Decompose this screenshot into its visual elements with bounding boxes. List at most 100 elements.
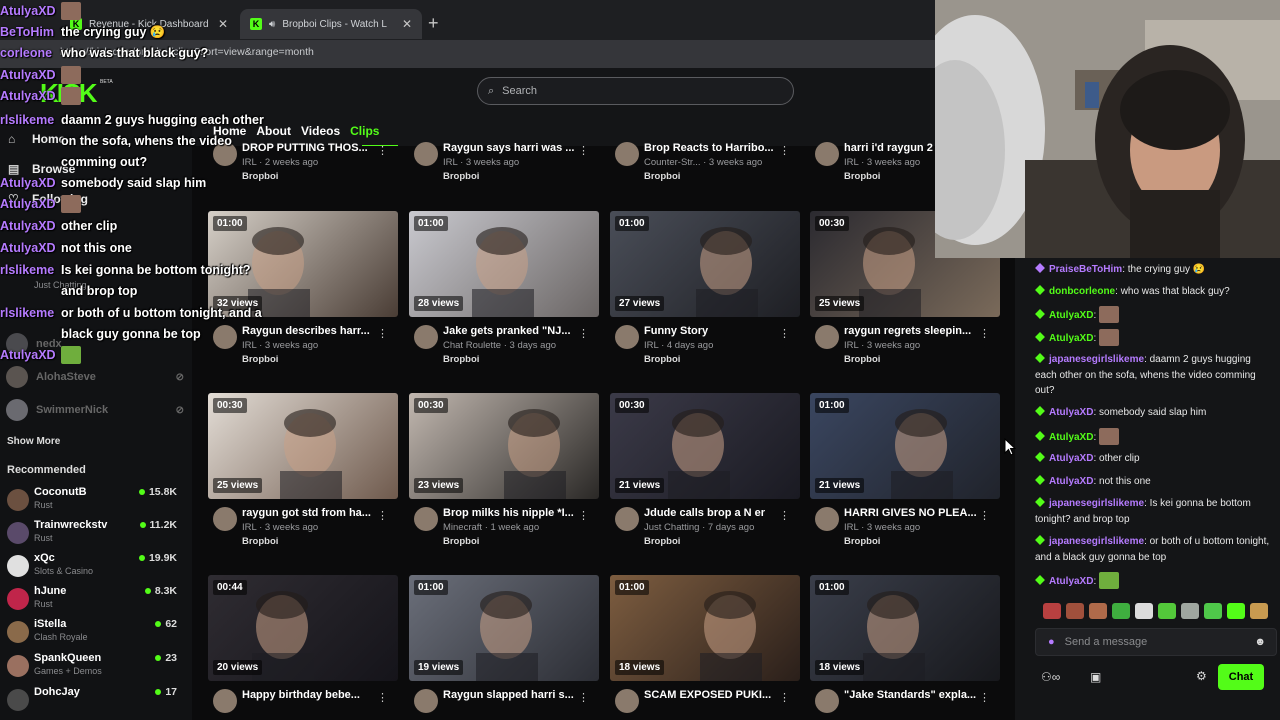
clip-title[interactable]: Happy birthday bebe... <box>242 689 382 701</box>
clip-thumbnail[interactable]: 01:00 19 views <box>409 575 599 681</box>
sidebar-item-home[interactable]: ⌂ Home <box>8 132 65 146</box>
chat-username[interactable]: donbcorleone <box>1049 286 1115 297</box>
clip-thumbnail[interactable]: 00:30 21 views <box>610 393 800 499</box>
more-options-icon[interactable]: ⋮ <box>578 691 589 704</box>
following-item[interactable]: AlohaSteve ⊘ <box>6 366 184 388</box>
search-input[interactable]: ⌕ Search <box>477 77 794 105</box>
following-item[interactable]: SwimmerNick ⊘ <box>6 399 184 421</box>
clip-channel[interactable]: Bropboi <box>443 536 479 547</box>
clip-title[interactable]: Funny Story <box>644 325 784 337</box>
recommended-item[interactable]: Trainwreckstv Rust 11.2K <box>7 519 177 549</box>
clip-channel[interactable]: Bropboi <box>242 354 278 365</box>
clip-channel[interactable]: Bropboi <box>644 536 680 547</box>
emote-icon[interactable] <box>1112 603 1130 619</box>
clip-card[interactable]: 01:00 21 views HARRI GIVES NO PLEA... IR… <box>810 393 1000 551</box>
settings-icon[interactable]: ⚙ <box>1196 669 1207 683</box>
more-options-icon[interactable]: ⋮ <box>779 144 790 157</box>
more-options-icon[interactable]: ⋮ <box>779 327 790 340</box>
new-tab-icon[interactable]: + <box>428 13 439 34</box>
clip-channel[interactable]: Bropboi <box>443 354 479 365</box>
clip-thumbnail[interactable]: 01:00 18 views <box>810 575 1000 681</box>
clip-card[interactable]: 00:30 21 views Jdude calls brop a N er J… <box>610 393 800 551</box>
clip-title[interactable]: Jake gets pranked "NJ... <box>443 325 583 337</box>
emote-icon[interactable] <box>1135 603 1153 619</box>
emote-icon[interactable] <box>1181 603 1199 619</box>
clip-title[interactable]: Brop Reacts to Harribo... <box>644 142 784 154</box>
clip-thumbnail[interactable]: 01:00 27 views <box>610 211 800 317</box>
recommended-item[interactable]: DohcJay 17 <box>7 686 177 716</box>
chat-username[interactable]: AtulyaXD <box>1049 453 1093 464</box>
chat-username[interactable]: japanesegirlslikeme <box>1049 536 1144 547</box>
clip-thumbnail[interactable]: 01:00 18 views <box>610 575 800 681</box>
more-options-icon[interactable]: ⋮ <box>578 509 589 522</box>
clip-title[interactable]: SCAM EXPOSED PUKI... <box>644 689 784 701</box>
more-options-icon[interactable]: ⋮ <box>377 144 388 157</box>
chat-username[interactable]: PraiseBeToHim <box>1049 264 1122 275</box>
clip-thumbnail[interactable]: 01:00 21 views <box>810 393 1000 499</box>
show-more-link[interactable]: Show More <box>7 436 60 447</box>
emoji-icon[interactable]: ☻ <box>1254 636 1266 648</box>
clip-card[interactable]: 01:00 32 views Raygun describes harr... … <box>208 211 398 369</box>
more-options-icon[interactable]: ⋮ <box>377 509 388 522</box>
recommended-item[interactable]: CoconutB Rust 15.8K <box>7 486 177 516</box>
clip-card[interactable]: 01:00 28 views Jake gets pranked "NJ... … <box>409 211 599 369</box>
tab-bropboi-clips[interactable]: K 🔊︎ Bropboi Clips - Watch Live on Kick … <box>240 9 422 39</box>
clip-channel[interactable]: Bropboi <box>443 171 479 182</box>
gift-icon[interactable]: ▣ <box>1090 670 1101 684</box>
recommended-item[interactable]: iStella Clash Royale 62 <box>7 618 177 648</box>
emote-icon[interactable] <box>1250 603 1268 619</box>
recommended-item[interactable]: hJune Rust 8.3K <box>7 585 177 615</box>
clip-channel[interactable]: Bropboi <box>844 171 880 182</box>
chat-username[interactable]: AtulyaXD <box>1049 333 1093 344</box>
clip-thumbnail[interactable]: 00:30 25 views <box>208 393 398 499</box>
close-tab-icon[interactable]: ✕ <box>402 17 412 31</box>
chat-username[interactable]: AtulyaXD <box>1049 432 1093 443</box>
emote-icon[interactable] <box>1227 603 1245 619</box>
chat-username[interactable]: japanesegirlslikeme <box>1049 498 1144 509</box>
clip-card[interactable]: 01:00 27 views Funny Story IRL · 4 days … <box>610 211 800 369</box>
clip-card[interactable]: 01:00 18 views "Jake Standards" expla...… <box>810 575 1000 720</box>
clip-card[interactable]: Brop Reacts to Harribo... Counter-Str...… <box>610 134 800 186</box>
clip-card[interactable]: Raygun says harri was ... IRL · 3 weeks … <box>409 134 599 186</box>
more-options-icon[interactable]: ⋮ <box>578 327 589 340</box>
people-icon[interactable]: ⚇∞ <box>1041 670 1060 684</box>
microphone-icon[interactable]: ● <box>1048 636 1055 648</box>
chat-username[interactable]: AtulyaXD <box>1049 407 1093 418</box>
clip-title[interactable]: Brop milks his nipple *I... <box>443 507 583 519</box>
clip-card[interactable]: 00:30 23 views Brop milks his nipple *I.… <box>409 393 599 551</box>
chat-username[interactable]: AtulyaXD <box>1049 476 1093 487</box>
clip-card[interactable]: 01:00 18 views SCAM EXPOSED PUKI... ⋮ <box>610 575 800 720</box>
clip-channel[interactable]: Bropboi <box>844 536 880 547</box>
clip-title[interactable]: raygun regrets sleepin... <box>844 325 984 337</box>
clip-channel[interactable]: Bropboi <box>644 354 680 365</box>
clip-title[interactable]: Raygun slapped harri s... <box>443 689 583 701</box>
clip-thumbnail[interactable]: 00:30 23 views <box>409 393 599 499</box>
clip-title[interactable]: Raygun describes harr... <box>242 325 382 337</box>
recommended-item[interactable]: SpankQueen Games + Demos 23 <box>7 652 177 682</box>
more-options-icon[interactable]: ⋮ <box>779 509 790 522</box>
clip-card[interactable]: 00:44 20 views Happy birthday bebe... ⋮ <box>208 575 398 720</box>
clip-thumbnail[interactable]: 00:44 20 views <box>208 575 398 681</box>
clip-thumbnail[interactable]: 01:00 28 views <box>409 211 599 317</box>
chat-username[interactable]: japanesegirlslikeme <box>1049 354 1144 365</box>
more-options-icon[interactable]: ⋮ <box>377 327 388 340</box>
clip-channel[interactable]: Bropboi <box>644 171 680 182</box>
more-options-icon[interactable]: ⋮ <box>979 691 990 704</box>
clip-card[interactable]: 00:30 25 views raygun got std from ha...… <box>208 393 398 551</box>
clip-title[interactable]: DROP PUTTING THOS... <box>242 142 382 154</box>
chat-send-button[interactable]: Chat <box>1218 664 1264 690</box>
more-options-icon[interactable]: ⋮ <box>979 509 990 522</box>
emote-icon[interactable] <box>1043 603 1061 619</box>
clip-channel[interactable]: Bropboi <box>242 171 278 182</box>
more-options-icon[interactable]: ⋮ <box>578 144 589 157</box>
more-options-icon[interactable]: ⋮ <box>377 691 388 704</box>
chat-username[interactable]: AtulyaXD <box>1049 576 1093 587</box>
chat-username[interactable]: AtulyaXD <box>1049 310 1093 321</box>
clip-title[interactable]: HARRI GIVES NO PLEA... <box>844 507 984 519</box>
more-options-icon[interactable]: ⋮ <box>979 327 990 340</box>
clip-channel[interactable]: Bropboi <box>242 536 278 547</box>
clip-title[interactable]: raygun got std from ha... <box>242 507 382 519</box>
chat-input[interactable]: ● Send a message ☻ <box>1035 628 1277 656</box>
emote-icon[interactable] <box>1158 603 1176 619</box>
clip-title[interactable]: Raygun says harri was ... <box>443 142 583 154</box>
